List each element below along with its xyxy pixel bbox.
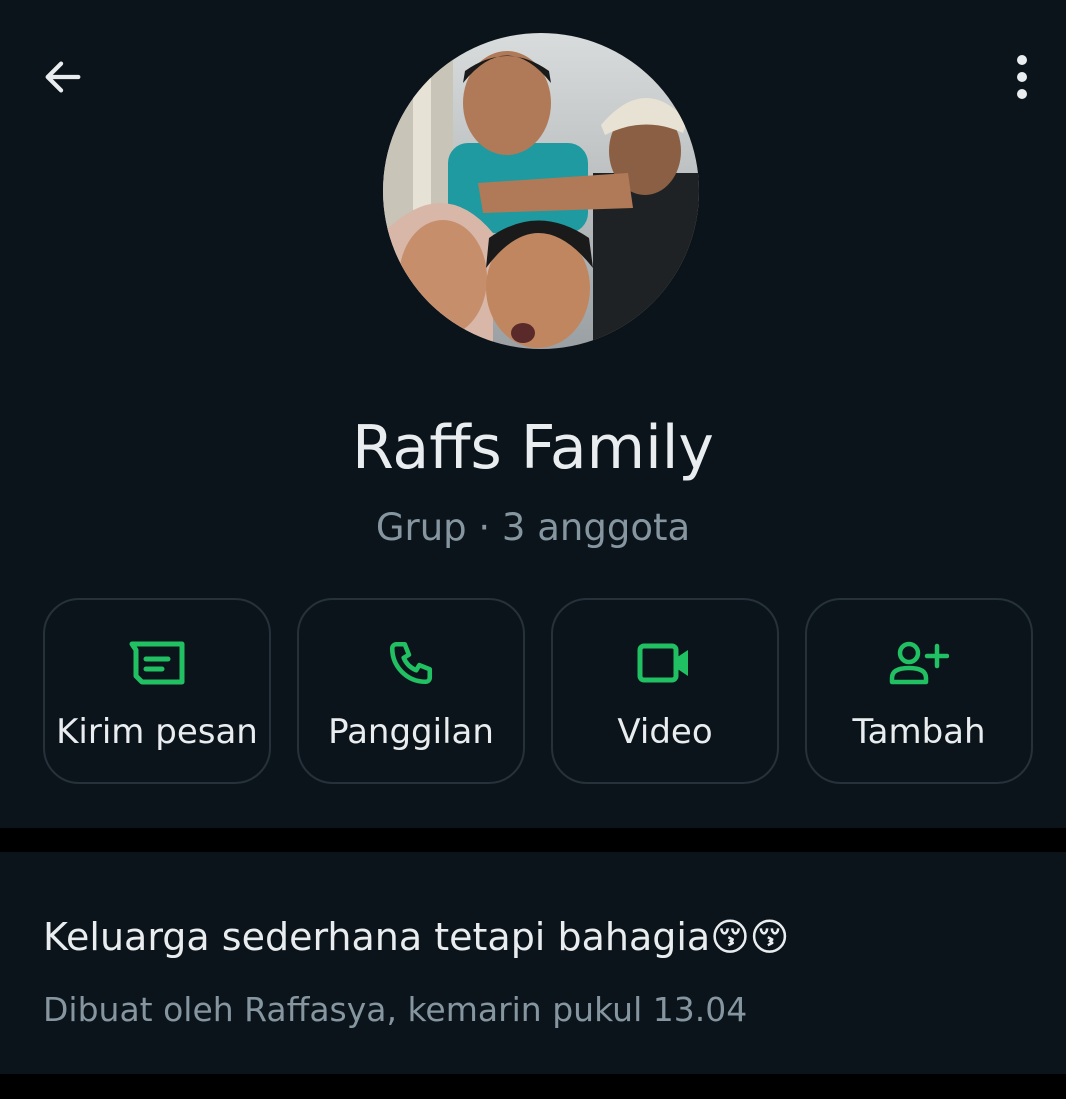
add-person-icon: [889, 641, 949, 685]
arrow-left-icon: [45, 61, 81, 93]
phone-icon: [389, 641, 433, 685]
send-message-button[interactable]: Kirim pesan: [43, 598, 271, 784]
group-info-header: Raffs Family Grup · 3 anggota Kirim pesa…: [0, 0, 1066, 828]
video-call-label: Video: [617, 712, 713, 752]
group-description-section[interactable]: Keluarga sederhana tetapi bahagia😚😚 Dibu…: [0, 852, 1066, 1074]
add-member-label: Tambah: [852, 712, 986, 752]
group-created-info: Dibuat oleh Raffasya, kemarin pukul 13.0…: [43, 990, 748, 1029]
call-label: Panggilan: [328, 712, 494, 752]
group-member-count: Grup · 3 anggota: [375, 506, 691, 549]
group-photo: [383, 33, 699, 349]
add-member-button[interactable]: Tambah: [805, 598, 1033, 784]
group-name: Raffs Family: [352, 413, 714, 483]
send-message-label: Kirim pesan: [56, 712, 258, 752]
more-vertical-icon: [1017, 55, 1027, 99]
group-description: Keluarga sederhana tetapi bahagia😚😚: [43, 915, 790, 959]
group-avatar[interactable]: [383, 33, 699, 349]
action-buttons-row: Kirim pesan Panggilan Video Tambah: [43, 598, 1037, 786]
video-camera-icon: [637, 643, 688, 683]
more-options-button[interactable]: [998, 52, 1046, 102]
call-button[interactable]: Panggilan: [297, 598, 525, 784]
back-button[interactable]: [38, 52, 88, 102]
video-call-button[interactable]: Video: [551, 598, 779, 784]
message-icon: [129, 641, 185, 685]
